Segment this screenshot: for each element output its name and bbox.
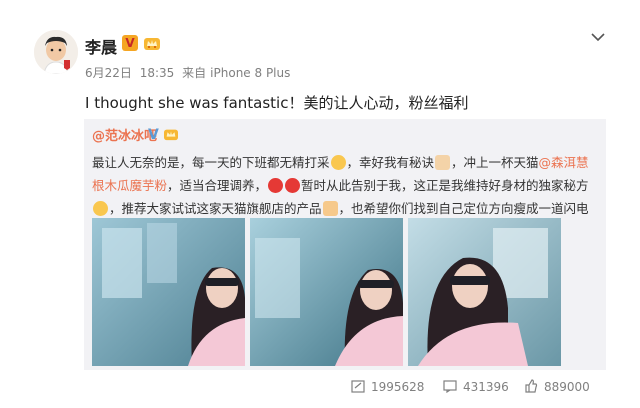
repost-count: 1995628 bbox=[371, 380, 425, 394]
like-button[interactable]: 889000 bbox=[524, 377, 590, 397]
chevron-down-icon[interactable] bbox=[590, 29, 606, 45]
post-text: I thought she was fantastic！美的让人心动，粉丝福利 bbox=[85, 94, 469, 112]
repost-text-segment: ，幸好我有秘诀 bbox=[346, 155, 435, 170]
repost-text-segment: ，冲上一杯天猫 bbox=[451, 155, 539, 170]
repost-text-segment: 最让人无奈的是，每一天的下班都无精打采 bbox=[92, 155, 330, 170]
repost-text-segment: 暂时从此告别于我，这正是我维持好身材的独家秘方 bbox=[301, 178, 589, 193]
post-meta: 6月22日 18:35 来自 iPhone 8 Plus bbox=[85, 64, 294, 81]
heart-icon bbox=[285, 178, 301, 193]
post-source-prefix: 来自 bbox=[182, 66, 207, 80]
repost-text-segment: ，适当合理调养， bbox=[167, 178, 268, 193]
repost-button[interactable]: 1995628 bbox=[351, 377, 424, 397]
verified-icon: V bbox=[122, 35, 138, 51]
post-photo[interactable] bbox=[250, 218, 403, 366]
comment-count: 431396 bbox=[463, 380, 509, 394]
comment-button[interactable]: 431396 bbox=[443, 377, 509, 397]
like-icon bbox=[525, 379, 538, 393]
victory-hand-icon bbox=[435, 155, 451, 170]
avatar[interactable] bbox=[34, 30, 78, 74]
post-photo[interactable] bbox=[92, 218, 245, 366]
crown-icon bbox=[144, 38, 160, 50]
crown-icon bbox=[164, 129, 178, 141]
post-source[interactable]: iPhone 8 Plus bbox=[210, 66, 290, 80]
weibo-post-card: 李晨 V 6月22日 18:35 来自 iPhone 8 Plus I thoug… bbox=[0, 0, 640, 408]
verified-icon: V bbox=[148, 127, 159, 143]
username[interactable]: 李晨 bbox=[85, 34, 117, 58]
comment-icon bbox=[443, 380, 457, 394]
tired-face-icon bbox=[330, 155, 346, 170]
thumbs-up-icon bbox=[322, 201, 338, 216]
action-bar: 1995628 431396 889000 bbox=[0, 377, 640, 401]
repost-text-segment: ，也希望你们找到自己定位方向瘦成一道闪电 bbox=[338, 201, 589, 216]
heart-icon bbox=[268, 178, 284, 193]
repost-icon bbox=[351, 380, 365, 393]
thinking-face-icon bbox=[93, 201, 108, 216]
repost-text-segment: ，推荐大家试试这家天猫旗舰店的产品 bbox=[109, 201, 322, 216]
post-time[interactable]: 18:35 bbox=[140, 66, 175, 80]
like-count: 889000 bbox=[544, 380, 590, 394]
post-date[interactable]: 6月22日 bbox=[85, 66, 132, 80]
post-photo[interactable] bbox=[408, 218, 561, 366]
repost-box[interactable]: @范冰冰吧 V 最让人无奈的是，每一天的下班都无精打采 ，幸好我有秘诀 ，冲上一杯天… bbox=[84, 119, 606, 370]
